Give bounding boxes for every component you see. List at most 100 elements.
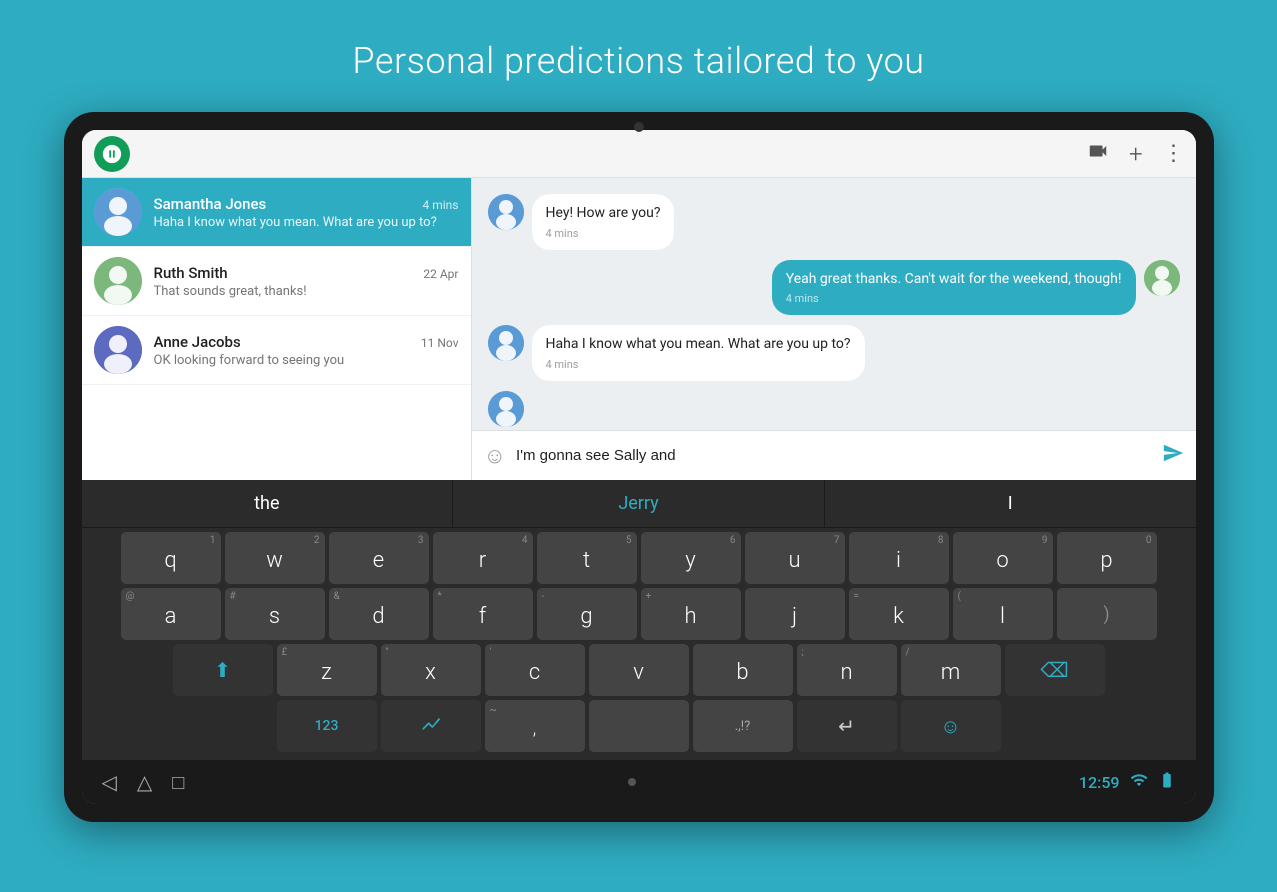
keyboard-area: the Jerry I 1q 2w 3e 4r 5t 6y 7u 8i 9o 0…: [82, 480, 1196, 804]
conv-time-anne: 11 Nov: [421, 336, 459, 350]
prediction-the[interactable]: the: [82, 480, 454, 527]
key-f[interactable]: *f: [433, 588, 533, 640]
conversation-samantha[interactable]: Samantha Jones 4 mins Haha I know what y…: [82, 178, 471, 247]
key-l[interactable]: (l: [953, 588, 1053, 640]
conv-top-ruth: Ruth Smith 22 Apr: [154, 264, 459, 282]
key-c[interactable]: 'c: [485, 644, 585, 696]
key-b[interactable]: b: [693, 644, 793, 696]
message-row-3: Haha I know what you mean. What are you …: [488, 325, 1180, 381]
bottom-nav: ◁ △ □ 12:59: [82, 760, 1196, 804]
key-y[interactable]: 6y: [641, 532, 741, 584]
key-t[interactable]: 5t: [537, 532, 637, 584]
msg-time-3: 4 mins: [546, 358, 851, 371]
status-time: 12:59: [1079, 773, 1120, 792]
conv-preview-anne: OK looking forward to seeing you: [154, 353, 459, 368]
key-s[interactable]: #s: [225, 588, 325, 640]
key-a[interactable]: @a: [121, 588, 221, 640]
key-w[interactable]: 2w: [225, 532, 325, 584]
key-rparen[interactable]: ): [1057, 588, 1157, 640]
conv-name-samantha: Samantha Jones: [154, 195, 267, 213]
message-input[interactable]: [516, 447, 1152, 464]
video-call-icon[interactable]: [1087, 140, 1109, 167]
key-swift[interactable]: [381, 700, 481, 752]
message-row-4: [488, 391, 1180, 427]
key-q[interactable]: 1q: [121, 532, 221, 584]
key-e[interactable]: 3e: [329, 532, 429, 584]
app-body: Samantha Jones 4 mins Haha I know what y…: [82, 178, 1196, 480]
key-row-1: 1q 2w 3e 4r 5t 6y 7u 8i 9o 0p: [86, 532, 1192, 584]
key-k[interactable]: =k: [849, 588, 949, 640]
key-d[interactable]: &d: [329, 588, 429, 640]
emoji-button[interactable]: ☺: [484, 443, 506, 469]
msg-bubble-1: Hey! How are you? 4 mins: [532, 194, 675, 250]
prediction-i[interactable]: I: [825, 480, 1196, 527]
prediction-jerry[interactable]: Jerry: [453, 480, 825, 527]
msg-avatar-3: [488, 325, 524, 361]
msg-bubble-3: Haha I know what you mean. What are you …: [532, 325, 865, 381]
key-row-3: ⬆ £z "x 'c v b ;n /m ⌫: [86, 644, 1192, 696]
header-icons: + ⋮: [1087, 140, 1184, 168]
key-o[interactable]: 9o: [953, 532, 1053, 584]
key-u[interactable]: 7u: [745, 532, 845, 584]
nav-center-dot: [628, 778, 636, 786]
key-punctuation[interactable]: .,!?: [693, 700, 793, 752]
key-emoji[interactable]: ☺: [901, 700, 1001, 752]
msg-text-2: Yeah great thanks. Can't wait for the we…: [786, 270, 1122, 290]
key-h[interactable]: +h: [641, 588, 741, 640]
home-button[interactable]: △: [137, 770, 152, 794]
key-x[interactable]: "x: [381, 644, 481, 696]
add-icon[interactable]: +: [1129, 140, 1143, 168]
key-i[interactable]: 8i: [849, 532, 949, 584]
key-row-2: @a #s &d *f -g +h j =k (l ): [86, 588, 1192, 640]
key-comma[interactable]: ~ ,: [485, 700, 585, 752]
key-enter[interactable]: ↵: [797, 700, 897, 752]
msg-time-2: 4 mins: [786, 292, 1122, 305]
conversation-anne[interactable]: Anne Jacobs 11 Nov OK looking forward to…: [82, 316, 471, 385]
key-z[interactable]: £z: [277, 644, 377, 696]
key-space[interactable]: [589, 700, 689, 752]
nav-right: 12:59: [1079, 771, 1176, 793]
key-shift[interactable]: ⬆: [173, 644, 273, 696]
key-j[interactable]: j: [745, 588, 845, 640]
key-backspace[interactable]: ⌫: [1005, 644, 1105, 696]
msg-avatar-4: [488, 391, 524, 427]
message-row-1: Hey! How are you? 4 mins: [488, 194, 1180, 250]
msg-text-3: Haha I know what you mean. What are you …: [546, 335, 851, 355]
tablet-camera: [634, 122, 644, 132]
conv-preview-ruth: That sounds great, thanks!: [154, 284, 459, 299]
messages-container: Hey! How are you? 4 mins: [472, 178, 1196, 430]
predictions-bar: the Jerry I: [82, 480, 1196, 528]
more-options-icon[interactable]: ⋮: [1163, 141, 1184, 166]
conv-preview-samantha: Haha I know what you mean. What are you …: [154, 215, 459, 230]
conv-content-anne: Anne Jacobs 11 Nov OK looking forward to…: [154, 333, 459, 368]
conv-top-samantha: Samantha Jones 4 mins: [154, 195, 459, 213]
avatar-ruth: [94, 257, 142, 305]
tablet-screen: + ⋮: [82, 130, 1196, 804]
wifi-icon: [1130, 771, 1148, 793]
msg-time-1: 4 mins: [546, 227, 661, 240]
key-m[interactable]: /m: [901, 644, 1001, 696]
key-r[interactable]: 4r: [433, 532, 533, 584]
avatar-anne: [94, 326, 142, 374]
back-button[interactable]: ◁: [102, 770, 117, 794]
conversation-list: Samantha Jones 4 mins Haha I know what y…: [82, 178, 472, 480]
hangouts-logo: [94, 136, 130, 172]
key-v[interactable]: v: [589, 644, 689, 696]
page-title: Personal predictions tailored to you: [352, 40, 924, 82]
battery-icon: [1158, 771, 1176, 793]
key-row-4: 123 ~ , .,!?: [86, 700, 1192, 752]
key-n[interactable]: ;n: [797, 644, 897, 696]
keyboard-rows: 1q 2w 3e 4r 5t 6y 7u 8i 9o 0p @a #s &d *…: [82, 528, 1196, 760]
app-header: + ⋮: [82, 130, 1196, 178]
chat-area: Hey! How are you? 4 mins: [472, 178, 1196, 480]
key-g[interactable]: -g: [537, 588, 637, 640]
conv-name-ruth: Ruth Smith: [154, 264, 228, 282]
send-button[interactable]: [1162, 442, 1184, 470]
conv-content-ruth: Ruth Smith 22 Apr That sounds great, tha…: [154, 264, 459, 299]
recents-button[interactable]: □: [172, 770, 184, 795]
key-123[interactable]: 123: [277, 700, 377, 752]
conversation-ruth[interactable]: Ruth Smith 22 Apr That sounds great, tha…: [82, 247, 471, 316]
key-p[interactable]: 0p: [1057, 532, 1157, 584]
conv-top-anne: Anne Jacobs 11 Nov: [154, 333, 459, 351]
conv-content-samantha: Samantha Jones 4 mins Haha I know what y…: [154, 195, 459, 230]
